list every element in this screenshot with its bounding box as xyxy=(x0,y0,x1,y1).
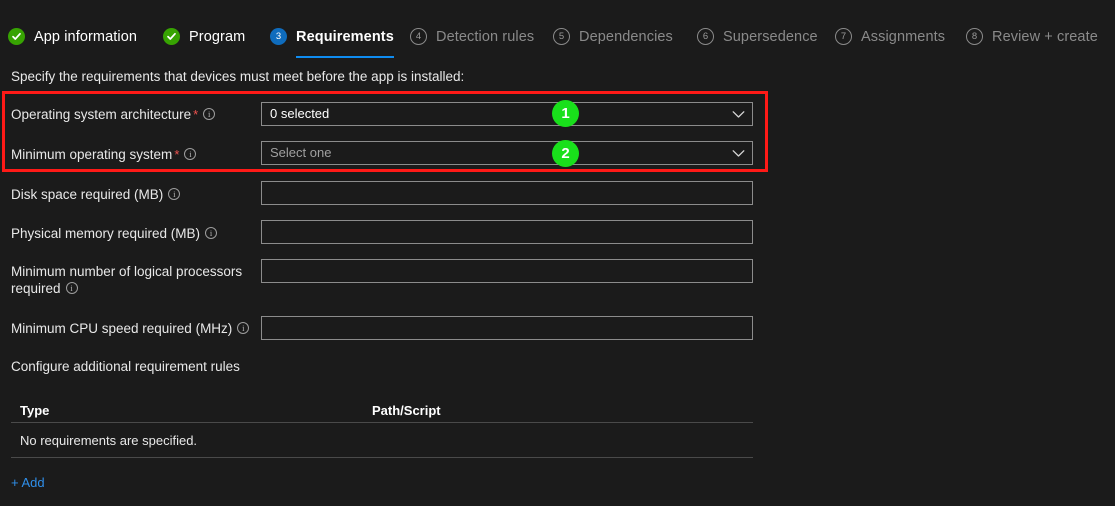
dropdown-placeholder: Select one xyxy=(270,145,332,160)
required-asterisk-icon: * xyxy=(174,147,180,162)
table-header-row: Type Path/Script xyxy=(11,398,753,423)
step-number-badge: 5 xyxy=(553,28,570,45)
required-asterisk-icon: * xyxy=(193,107,199,122)
checkmark-icon xyxy=(163,28,180,45)
wizard-tab-detection-rules[interactable]: 4 Detection rules xyxy=(410,21,534,52)
wizard-tab-label: App information xyxy=(34,28,138,45)
field-label-physical-memory-required-mb: Physical memory required (MB) xyxy=(11,225,218,242)
dropdown-value: 0 selected xyxy=(270,106,330,121)
info-icon[interactable] xyxy=(237,322,250,334)
dropdown-operating-system-architecture[interactable]: 0 selected xyxy=(261,102,753,126)
field-label-minimum-operating-system: Minimum operating system * xyxy=(11,146,197,163)
step-number-badge: 7 xyxy=(835,28,852,45)
table-empty-row: No requirements are specified. xyxy=(11,423,753,458)
checkmark-icon xyxy=(8,28,25,45)
field-label-minimum-cpu-speed-required-mhz: Minimum CPU speed required (MHz) xyxy=(11,320,250,337)
input-minimum-number-of-logical-processors-required[interactable] xyxy=(261,259,753,283)
wizard-tab-label: Detection rules xyxy=(436,28,535,45)
wizard-tab-label: Requirements xyxy=(296,28,394,45)
info-icon[interactable] xyxy=(168,188,181,200)
column-header-type: Type xyxy=(20,402,50,418)
info-icon[interactable] xyxy=(203,108,216,120)
wizard-tab-program[interactable]: Program xyxy=(163,21,245,52)
section-title-additional-rules: Configure additional requirement rules xyxy=(11,359,240,374)
field-label-disk-space-required-mb: Disk space required (MB) xyxy=(11,186,181,203)
input-disk-space-required-mb[interactable] xyxy=(261,181,753,205)
chevron-down-icon xyxy=(732,103,745,125)
requirement-rules-table: Type Path/Script No requirements are spe… xyxy=(11,398,753,458)
wizard-tab-label: Supersedence xyxy=(723,28,818,45)
wizard-tab-strip: App information Program 3 Requirements 4 Dete… xyxy=(0,21,1115,58)
wizard-tab-label: Dependencies xyxy=(579,28,673,45)
input-physical-memory-required-mb[interactable] xyxy=(261,220,753,244)
wizard-tab-assignments[interactable]: 7 Assignments xyxy=(835,21,945,52)
info-icon[interactable] xyxy=(205,227,218,239)
wizard-tab-app-information[interactable]: App information xyxy=(8,21,137,52)
chevron-down-icon xyxy=(732,142,745,164)
wizard-tab-review-create[interactable]: 8 Review + create xyxy=(966,21,1098,52)
field-label-minimum-number-of-logical-processors-required: Minimum number of logical processors req… xyxy=(11,263,251,297)
column-header-path-script: Path/Script xyxy=(372,402,441,418)
step-number-badge: 4 xyxy=(410,28,427,45)
add-requirement-rule-link[interactable]: + Add xyxy=(11,475,45,490)
page-intro-text: Specify the requirements that devices mu… xyxy=(11,69,465,84)
empty-state-message: No requirements are specified. xyxy=(20,432,198,448)
info-icon[interactable] xyxy=(184,148,197,160)
wizard-tab-label: Review + create xyxy=(992,28,1098,45)
field-label-text: Disk space required (MB) xyxy=(11,187,164,202)
input-minimum-cpu-speed-required-mhz[interactable] xyxy=(261,316,753,340)
step-number-badge: 8 xyxy=(966,28,983,45)
wizard-tab-supersedence[interactable]: 6 Supersedence xyxy=(697,21,818,52)
step-number-badge: 6 xyxy=(697,28,714,45)
wizard-tab-label: Program xyxy=(189,28,246,45)
active-tab-underline xyxy=(296,56,394,58)
wizard-tab-label: Assignments xyxy=(861,28,946,45)
field-label-text: Minimum number of logical processors req… xyxy=(11,264,243,296)
field-label-text: Operating system architecture xyxy=(11,107,192,122)
info-icon[interactable] xyxy=(65,282,78,294)
wizard-tab-dependencies[interactable]: 5 Dependencies xyxy=(553,21,673,52)
annotation-callout-1: 1 xyxy=(552,100,579,127)
dropdown-minimum-operating-system[interactable]: Select one xyxy=(261,141,753,165)
field-label-operating-system-architecture: Operating system architecture * xyxy=(11,106,216,123)
field-label-text: Minimum operating system xyxy=(11,147,173,162)
wizard-tab-requirements[interactable]: 3 Requirements xyxy=(270,21,394,58)
field-label-text: Minimum CPU speed required (MHz) xyxy=(11,321,233,336)
step-number-badge: 3 xyxy=(270,28,287,45)
annotation-callout-2: 2 xyxy=(552,140,579,167)
field-label-text: Physical memory required (MB) xyxy=(11,226,201,241)
